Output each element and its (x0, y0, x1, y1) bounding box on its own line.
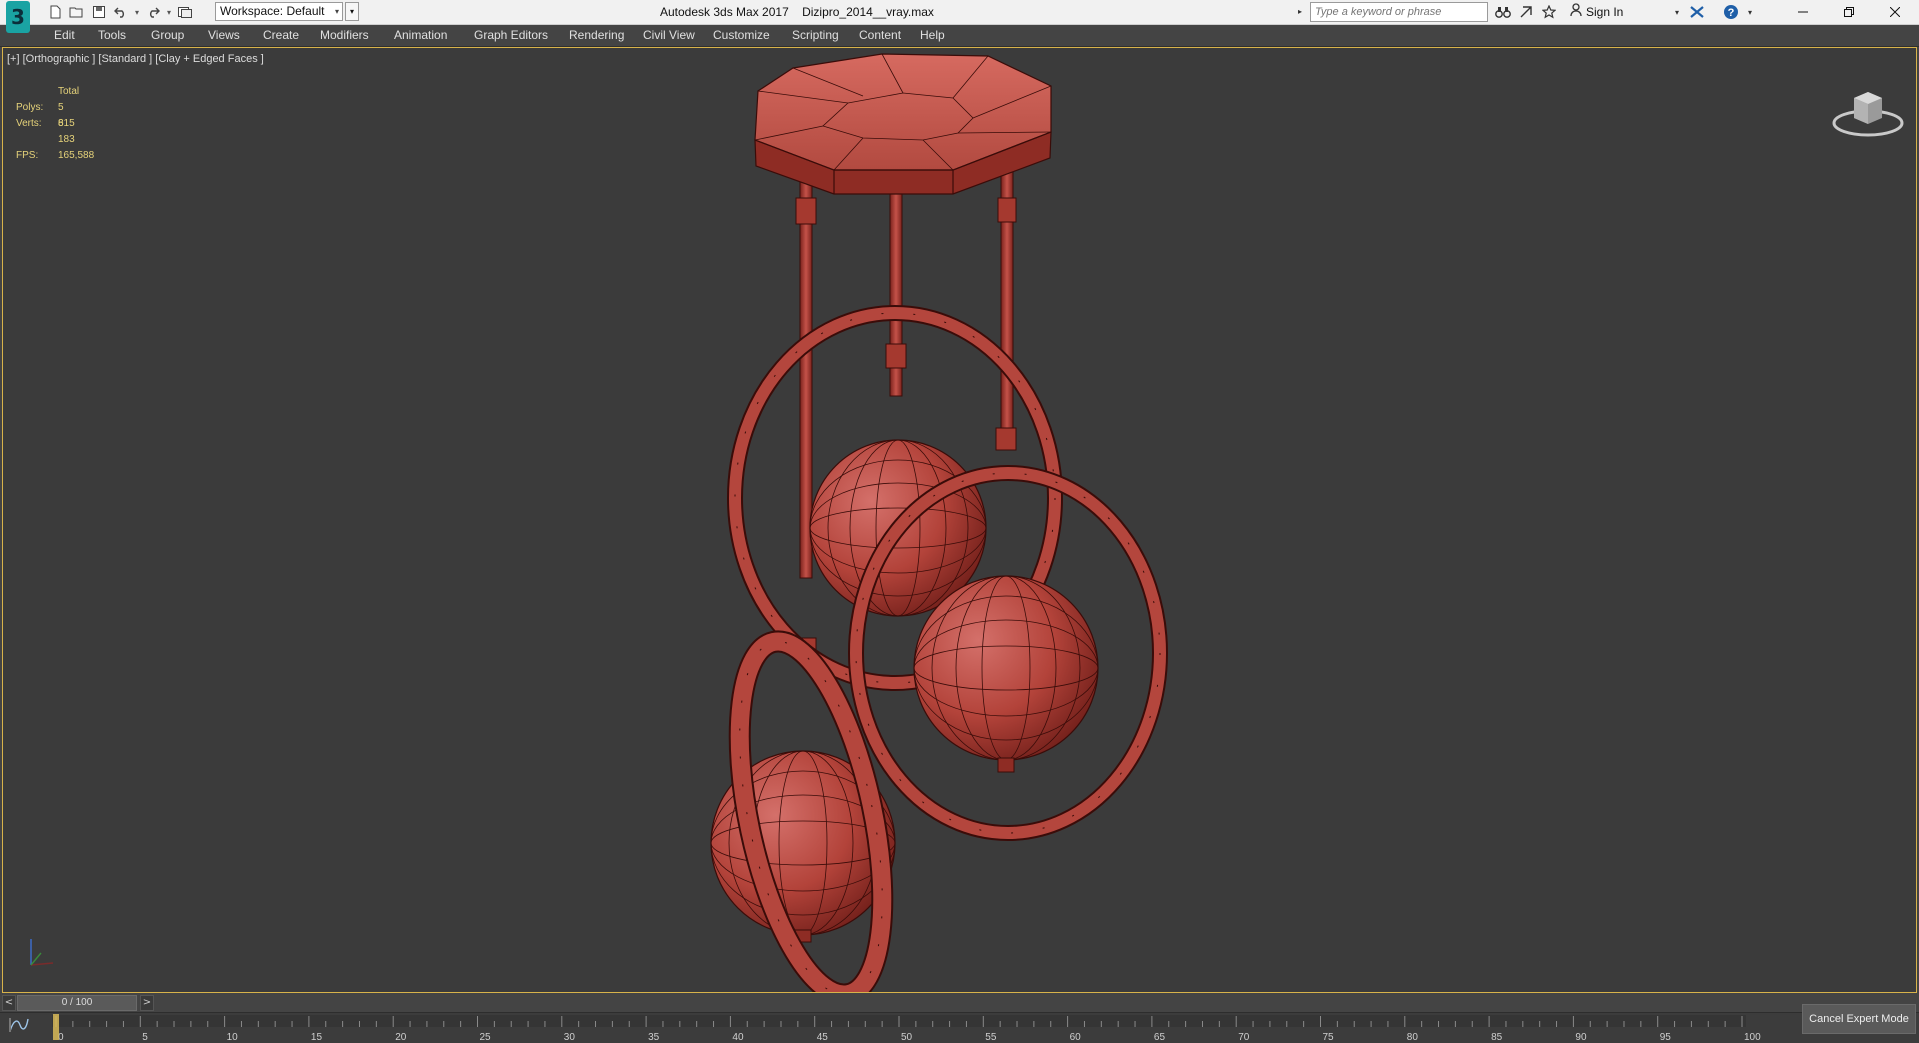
menu-graph-editors[interactable]: Graph Editors (474, 25, 548, 46)
menu-animation[interactable]: Animation (394, 25, 447, 46)
communication-center-icon[interactable] (1517, 3, 1535, 21)
restore-button[interactable] (1826, 0, 1872, 24)
menu-help[interactable]: Help (920, 25, 945, 46)
viewport-orthographic[interactable]: [+] [Orthographic ] [Standard ] [Clay + … (2, 47, 1917, 993)
minimize-button[interactable] (1780, 0, 1826, 24)
menu-group[interactable]: Group (151, 25, 184, 46)
svg-text:?: ? (1728, 7, 1735, 19)
ruler-tick-label: 70 (1238, 1032, 1250, 1043)
next-frame-button[interactable]: > (140, 995, 154, 1011)
sign-in-dropdown-icon[interactable]: ▾ (1668, 3, 1686, 21)
ruler-tick-label: 30 (564, 1032, 576, 1043)
ruler-tick-label: 40 (732, 1032, 744, 1043)
workspace-dropdown[interactable]: Workspace: Default ▾ (215, 2, 343, 21)
redo-dropdown-icon[interactable]: ▾ (164, 2, 174, 22)
undo-icon[interactable] (110, 2, 132, 22)
menu-civil-view[interactable]: Civil View (643, 25, 695, 46)
save-icon[interactable] (88, 2, 110, 22)
app-logo-text: 3 (11, 5, 25, 29)
ruler-tick-label: 100 (1744, 1032, 1761, 1043)
ruler-tick-label: 20 (395, 1032, 407, 1043)
chandelier-model[interactable] (3, 48, 1916, 992)
binoculars-icon[interactable] (1494, 3, 1512, 21)
new-file-icon[interactable] (44, 2, 66, 22)
menu-create[interactable]: Create (263, 25, 299, 46)
ruler-tick-label: 55 (985, 1032, 997, 1043)
window-title: Autodesk 3ds Max 2017 Dizipro_2014__vray… (660, 0, 1260, 24)
help-dropdown-icon[interactable]: ▾ (1741, 3, 1759, 21)
ruler-tick-label: 85 (1491, 1032, 1503, 1043)
app-title: Autodesk 3ds Max 2017 (660, 5, 789, 19)
project-folder-icon[interactable] (174, 2, 196, 22)
ruler-tick-label: 25 (480, 1032, 492, 1043)
ruler-tick-label: 45 (817, 1032, 829, 1043)
infocenter-search: ▸ (1298, 2, 1490, 22)
time-slider-thumb[interactable]: 0 / 100 (17, 995, 137, 1011)
title-bar: ▾ ▾ Workspace: Default ▾ ▾ Autodesk 3ds … (0, 0, 1919, 25)
viewcube[interactable] (1828, 78, 1908, 148)
quick-access-toolbar: ▾ ▾ (44, 2, 196, 22)
workspace-label: Workspace: Default (220, 4, 325, 18)
menu-content[interactable]: Content (859, 25, 901, 46)
axis-tripod-icon (30, 939, 54, 966)
ruler-tick-label: 35 (648, 1032, 660, 1043)
current-frame-marker[interactable] (53, 1014, 59, 1040)
ruler-tick-label: 95 (1660, 1032, 1672, 1043)
redo-icon[interactable] (142, 2, 164, 22)
frame-ruler[interactable]: 0 5 10 15 20 25 30 35 40 45 50 55 60 65 70 75 80 85 90 95 10… (0, 1013, 1919, 1043)
app-logo[interactable]: 3 (4, 0, 34, 40)
search-input[interactable] (1310, 2, 1488, 22)
track-bar[interactable]: 0 5 10 15 20 25 30 35 40 45 50 55 60 65 70 75 80 85 90 95 10… (0, 1012, 1919, 1043)
sign-in-button[interactable]: Sign In (1570, 0, 1623, 24)
ruler-tick-label: 80 (1407, 1032, 1419, 1043)
ceiling-canopy (754, 53, 1052, 195)
help-icon[interactable]: ? (1722, 3, 1740, 21)
user-icon (1570, 0, 1582, 24)
collapse-search-icon[interactable]: ▸ (1298, 4, 1308, 20)
open-file-icon[interactable] (66, 2, 88, 22)
cancel-expert-mode-button[interactable]: Cancel Expert Mode (1802, 1004, 1916, 1034)
customize-qat-icon[interactable]: ▾ (345, 2, 359, 21)
sphere-right (913, 575, 1099, 773)
favorites-icon[interactable] (1540, 3, 1558, 21)
ruler-tick-label: 50 (901, 1032, 913, 1043)
ruler-tick-label: 15 (311, 1032, 323, 1043)
ruler-tick-label: 10 (227, 1032, 239, 1043)
sign-in-label: Sign In (1586, 5, 1624, 19)
menu-modifiers[interactable]: Modifiers (320, 25, 369, 46)
ruler-tick-label: 90 (1575, 1032, 1587, 1043)
ruler-tick-label: 65 (1154, 1032, 1166, 1043)
menu-rendering[interactable]: Rendering (569, 25, 624, 46)
menu-customize[interactable]: Customize (713, 25, 770, 46)
ruler-tick-label: 5 (142, 1032, 148, 1043)
file-name: Dizipro_2014__vray.max (802, 5, 934, 19)
time-slider[interactable]: < 0 / 100 > (0, 994, 1919, 1012)
chevron-down-icon: ▾ (334, 7, 339, 16)
ruler-tick-label: 75 (1323, 1032, 1335, 1043)
menu-edit[interactable]: Edit (54, 25, 75, 46)
previous-frame-button[interactable]: < (2, 995, 16, 1011)
undo-dropdown-icon[interactable]: ▾ (132, 2, 142, 22)
ruler-tick-label: 60 (1070, 1032, 1082, 1043)
menu-tools[interactable]: Tools (98, 25, 126, 46)
close-button[interactable] (1872, 0, 1918, 24)
menu-scripting[interactable]: Scripting (792, 25, 839, 46)
menu-views[interactable]: Views (208, 25, 240, 46)
autodesk-exchange-icon[interactable] (1688, 3, 1706, 21)
menu-bar: Edit Tools Group Views Create Modifiers … (0, 25, 1919, 47)
